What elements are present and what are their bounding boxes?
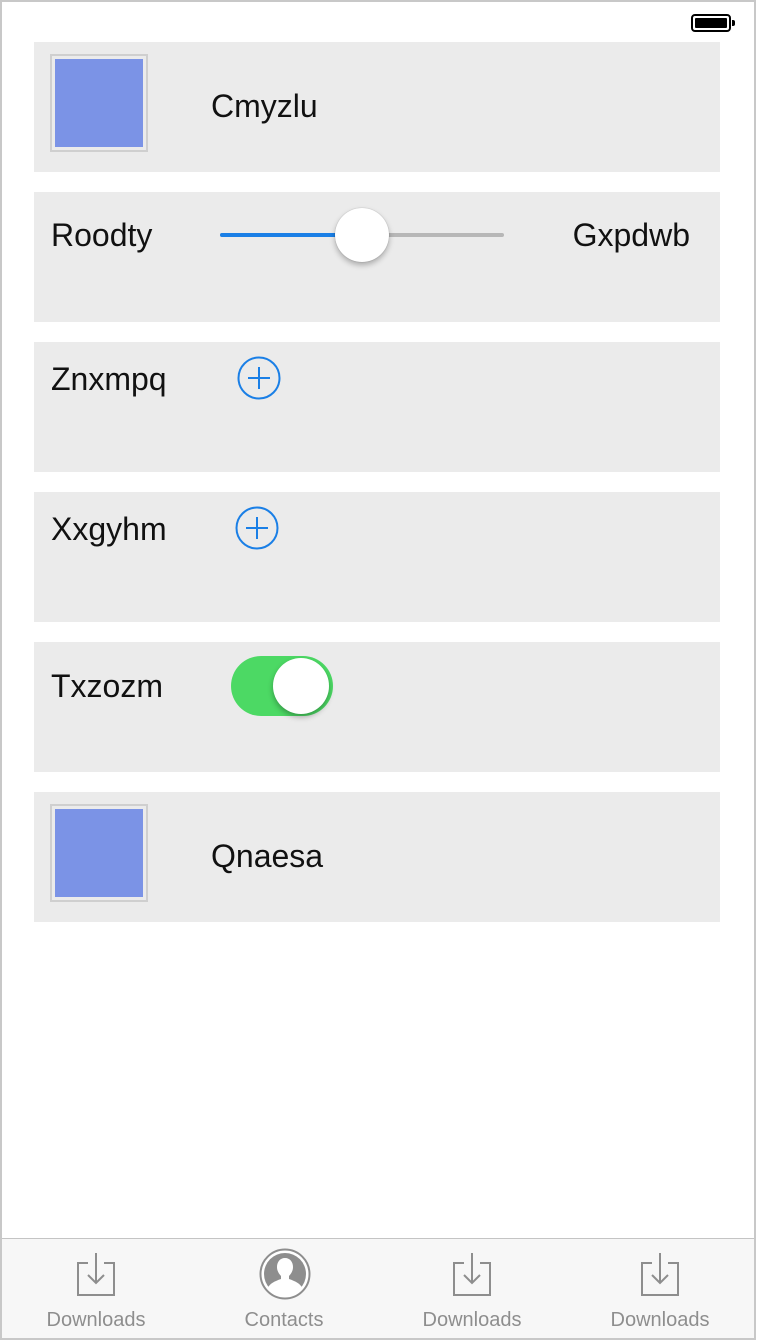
- tab-downloads-3[interactable]: Downloads: [566, 1239, 754, 1338]
- battery-icon: [691, 14, 735, 32]
- tab-label: Downloads: [422, 1309, 522, 1331]
- add-row-xxgyhm: Xxgyhm: [34, 492, 720, 622]
- row-label: Qnaesa: [211, 838, 324, 874]
- tab-label: Downloads: [610, 1309, 710, 1331]
- value-slider[interactable]: [220, 208, 504, 262]
- tab-downloads[interactable]: Downloads: [2, 1239, 190, 1338]
- tab-downloads-2[interactable]: Downloads: [378, 1239, 566, 1338]
- tab-label: Contacts: [244, 1309, 324, 1331]
- row-label: Cmyzlu: [211, 88, 318, 124]
- slider-max-label: Gxpdwb: [572, 217, 690, 253]
- app-window: Cmyzlu Roodty Gxpdwb Znxmpq Xxgyhm Txzoz…: [0, 0, 756, 1340]
- row-label: Txzozm: [51, 668, 163, 704]
- download-icon: [453, 1253, 491, 1296]
- thumbnail-image: [50, 804, 148, 902]
- slider-row: Roodty Gxpdwb: [34, 192, 720, 322]
- list-row-cmyzlu[interactable]: Cmyzlu: [34, 42, 720, 172]
- slider-knob[interactable]: [335, 208, 389, 262]
- tab-bar: Downloads Contacts Downloads Downloads: [2, 1238, 754, 1338]
- row-label: Xxgyhm: [51, 511, 167, 547]
- add-row-znxmpq: Znxmpq: [34, 342, 720, 472]
- list-row-qnaesa[interactable]: Qnaesa: [34, 792, 720, 922]
- tab-label: Downloads: [46, 1309, 146, 1331]
- toggle-row-txzozm: Txzozm: [34, 642, 720, 772]
- contact-icon: [259, 1248, 311, 1300]
- download-icon: [641, 1253, 679, 1296]
- download-icon: [77, 1253, 115, 1296]
- slider-min-label: Roodty: [51, 217, 153, 253]
- tab-contacts[interactable]: Contacts: [190, 1239, 378, 1338]
- status-bar: [2, 2, 754, 42]
- row-label: Znxmpq: [51, 361, 167, 397]
- toggle-knob: [273, 658, 329, 714]
- add-circle-icon[interactable]: [235, 506, 279, 550]
- toggle-switch[interactable]: [231, 656, 333, 716]
- add-circle-icon[interactable]: [237, 356, 281, 400]
- thumbnail-image: [50, 54, 148, 152]
